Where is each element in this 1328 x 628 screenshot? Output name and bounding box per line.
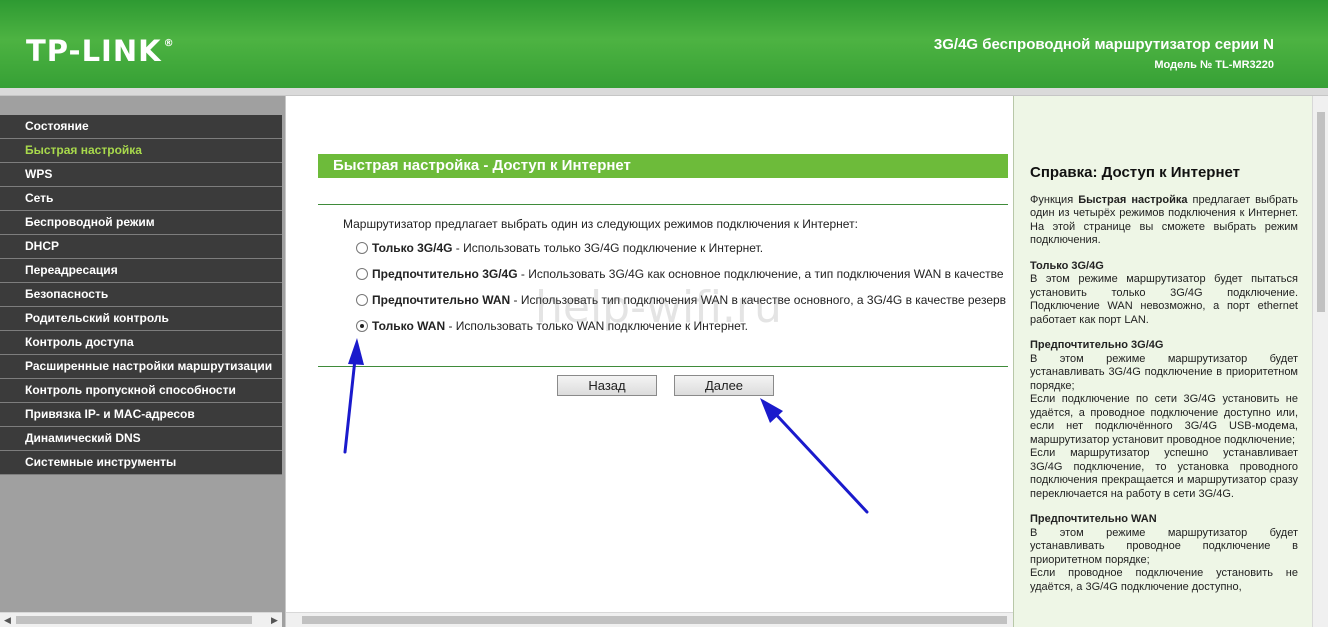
option-description: - Использовать 3G/4G как основное подклю… [517,267,1004,281]
option-name: Только WAN [372,319,446,333]
sidebar: Состояние Быстрая настройка WPS Сеть Бес… [0,96,285,627]
option-3g4g-preferred[interactable]: Предпочтительно 3G/4G - Использовать 3G/… [356,267,1008,283]
help-paragraph: Если маршрутизатор успешно устанавливает… [1030,447,1298,500]
next-button[interactable]: Далее [674,375,774,396]
sidebar-item-parental-control[interactable]: Родительский контроль [0,307,282,331]
bottom-divider [318,366,1008,367]
intro-text: Маршрутизатор предлагает выбрать один из… [343,217,858,231]
option-wan-preferred[interactable]: Предпочтительно WAN - Использовать тип п… [356,293,1008,309]
option-wan-only[interactable]: Только WAN - Использовать только WAN под… [356,319,1008,335]
header-divider [0,88,1328,96]
main-content: Быстрая настройка - Доступ к Интернет Ма… [285,96,1013,627]
radio-wan-preferred[interactable] [356,293,368,306]
sidebar-horizontal-scrollbar[interactable]: ◀ ▶ [0,612,282,627]
page-title: Быстрая настройка - Доступ к Интернет [318,154,1008,178]
help-panel: Справка: Доступ к Интернет Функция Быстр… [1013,96,1312,627]
sidebar-item-ip-mac-binding[interactable]: Привязка IP- и MAC-адресов [0,403,282,427]
logo-text: TP-LINK [26,34,162,68]
help-intro: Функция Быстрая настройка предлагает выб… [1030,194,1298,248]
help-title: Справка: Доступ к Интернет [1030,164,1241,181]
option-3g4g-only[interactable]: Только 3G/4G - Использовать только 3G/4G… [356,241,1008,257]
help-section-title: Предпочтительно WAN [1030,513,1157,525]
scrollbar-thumb[interactable] [16,616,252,624]
product-title: 3G/4G беспроводной маршрутизатор серии N [933,36,1274,53]
top-divider [318,204,1008,205]
radio-wan-only[interactable] [356,319,368,332]
tp-link-logo: TP-LINK ® [26,34,175,68]
scrollbar-thumb[interactable] [1317,112,1325,312]
option-description: - Использовать тип подключения WAN в кач… [510,293,1007,307]
help-section-title: Только 3G/4G [1030,259,1104,272]
sidebar-item-access-control[interactable]: Контроль доступа [0,331,282,355]
sidebar-item-bandwidth-control[interactable]: Контроль пропускной способности [0,379,282,403]
help-section-title: Предпочтительно 3G/4G [1030,339,1164,351]
sidebar-item-quick-setup[interactable]: Быстрая настройка [0,139,282,163]
sidebar-top-spacer [0,96,282,115]
sidebar-item-advanced-routing[interactable]: Расширенные настройки маршрутизации [0,355,282,379]
sidebar-item-dynamic-dns[interactable]: Динамический DNS [0,427,282,451]
option-description: - Использовать только WAN подключение к … [445,319,748,333]
help-paragraph: Если проводное подключение установить не… [1030,567,1298,593]
radio-3g4g-only[interactable] [356,241,368,254]
help-paragraph: В этом режиме маршрутизатор будет устана… [1030,526,1298,566]
sidebar-item-system-tools[interactable]: Системные инструменты [0,451,282,475]
scrollbar-thumb[interactable] [302,616,1007,624]
option-name: Предпочтительно 3G/4G [372,267,518,281]
help-intro-pre: Функция [1030,193,1079,206]
model-number: Модель № TL-MR3220 [1154,59,1274,71]
option-description: - Использовать только 3G/4G подключение … [452,241,764,255]
help-intro-bold: Быстрая настройка [1078,193,1188,206]
scroll-right-icon[interactable]: ▶ [267,613,282,628]
help-paragraph: В этом режиме маршрутизатор будет пытать… [1030,273,1298,326]
main-horizontal-scrollbar[interactable] [286,612,1013,627]
help-paragraph: В этом режиме маршрутизатор будет устана… [1030,352,1298,392]
header-bar: TP-LINK ® 3G/4G беспроводной маршрутизато… [0,0,1328,88]
logo-registered-mark: ® [163,38,175,49]
sidebar-item-forwarding[interactable]: Переадресация [0,259,282,283]
option-name: Предпочтительно WAN [372,293,511,307]
help-paragraph: Если подключение по сети 3G/4G установит… [1030,393,1298,446]
sidebar-item-network[interactable]: Сеть [0,187,282,211]
sidebar-menu: Состояние Быстрая настройка WPS Сеть Бес… [0,115,282,475]
sidebar-item-wireless[interactable]: Беспроводной режим [0,211,282,235]
sidebar-item-dhcp[interactable]: DHCP [0,235,282,259]
help-vertical-scrollbar[interactable] [1312,96,1328,627]
sidebar-item-security[interactable]: Безопасность [0,283,282,307]
scroll-left-icon[interactable]: ◀ [0,613,15,628]
sidebar-item-status[interactable]: Состояние [0,115,282,139]
option-name: Только 3G/4G [372,241,453,255]
help-content: Справка: Доступ к Интернет Функция Быстр… [1030,164,1298,594]
back-button[interactable]: Назад [557,375,657,396]
sidebar-item-wps[interactable]: WPS [0,163,282,187]
radio-3g4g-preferred[interactable] [356,267,368,280]
